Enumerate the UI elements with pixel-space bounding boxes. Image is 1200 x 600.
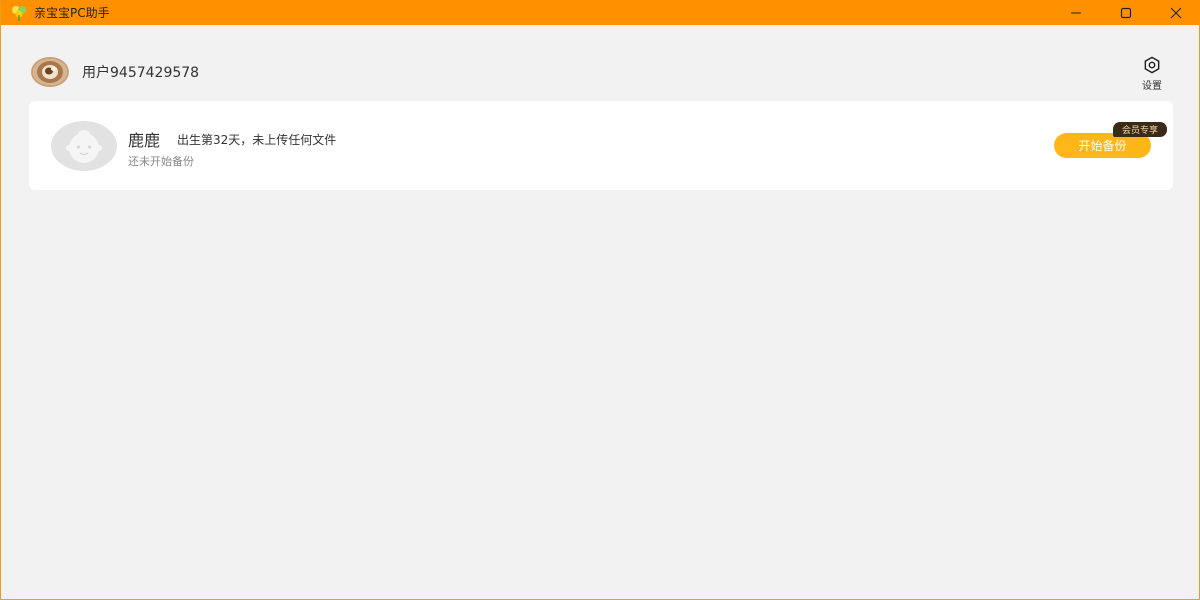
user-name: 用户9457429578: [82, 65, 200, 81]
app-logo-icon: [10, 4, 28, 22]
backup-status: 还未开始备份: [128, 155, 194, 168]
close-icon: [1170, 7, 1182, 18]
baby-avatar: [51, 121, 117, 171]
user-header: 用户9457429578: [31, 56, 199, 88]
app-window: 亲宝宝PC助手 用户9457429578 设置 鹿鹿 出生第32天，未上传任何文…: [0, 0, 1200, 600]
title-bar: 亲宝宝PC助手: [1, 0, 1200, 25]
user-avatar[interactable]: [31, 57, 69, 87]
vip-badge: 会员专享: [1113, 122, 1167, 137]
settings-button[interactable]: 设置: [1137, 56, 1167, 92]
app-title: 亲宝宝PC助手: [34, 6, 110, 20]
baby-placeholder-icon: [66, 130, 102, 163]
maximize-icon: [1120, 7, 1132, 18]
close-button[interactable]: [1151, 0, 1200, 25]
vip-badge-label: 会员专享: [1121, 126, 1158, 136]
start-backup-label: 开始备份: [1078, 139, 1127, 153]
maximize-button[interactable]: [1101, 0, 1151, 25]
minimize-button[interactable]: [1051, 0, 1101, 25]
window-controls: [1051, 0, 1200, 25]
minimize-icon: [1071, 12, 1081, 13]
settings-label: 设置: [1142, 81, 1162, 92]
baby-card[interactable]: 鹿鹿 出生第32天，未上传任何文件 还未开始备份 开始备份 会员专享: [29, 101, 1173, 190]
baby-info: 出生第32天，未上传任何文件: [177, 133, 337, 147]
gear-icon: [1144, 56, 1160, 74]
baby-name: 鹿鹿: [128, 131, 161, 150]
